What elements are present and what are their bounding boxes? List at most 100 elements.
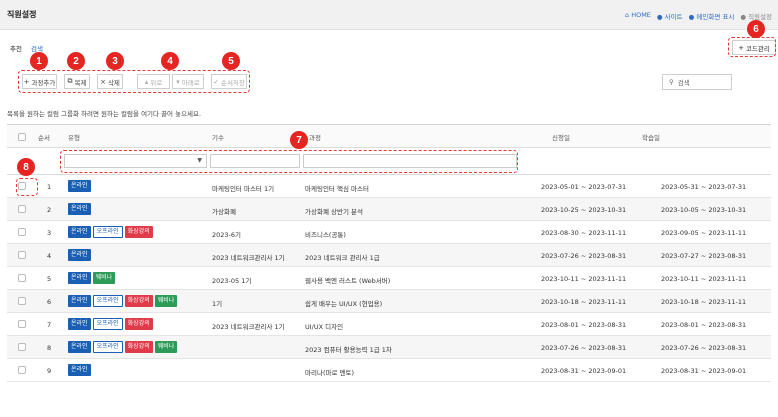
- table-row[interactable]: 8 온라인 오프라인 화상강의 웨비나 2023 컴퓨터 활용능력 1급 1차 2023-0…: [7, 336, 771, 359]
- breadcrumb-home[interactable]: ⌂ HOME: [625, 11, 651, 21]
- type-badge-online: 온라인: [68, 203, 91, 215]
- row-study-date: 2023-08-31 ~ 2023-09-01: [661, 367, 747, 375]
- grid-header: 순서 유형 기수 과정 신청일 학습일: [7, 125, 771, 148]
- type-badges: 온라인: [68, 364, 91, 376]
- tab-recommend[interactable]: 추천: [10, 43, 22, 53]
- marker-6: 6: [747, 20, 765, 38]
- row-checkbox[interactable]: [18, 251, 26, 259]
- row-course: 2023 컴퓨터 활용능력 1급 1차: [305, 346, 392, 354]
- row-term: 2023 네트워크관리사 1기: [212, 323, 285, 331]
- row-checkbox[interactable]: [18, 320, 26, 328]
- row-study-date: 2023-07-27 ~ 2023-08-31: [661, 252, 747, 260]
- type-badge-online: 온라인: [68, 295, 91, 307]
- row-order: 6: [47, 298, 52, 306]
- header-type[interactable]: 유형: [68, 132, 80, 142]
- breadcrumb-site[interactable]: ● 사이트: [657, 11, 683, 21]
- row-checkbox[interactable]: [18, 297, 26, 305]
- row-course: 웹사용 백엔 러스트 (Web서버): [305, 277, 391, 285]
- row-term: 마케팅인터 마스터 1기: [212, 185, 275, 193]
- table-row[interactable]: 4 온라인 2023 네트워크관리사 1기 2023 네트워크 관리사 1급 2023-…: [7, 244, 771, 267]
- row-course: 비즈니스(공통): [305, 231, 346, 239]
- header-apply-date[interactable]: 신청일: [552, 132, 570, 142]
- select-all-checkbox[interactable]: [18, 133, 26, 141]
- breadcrumb: ⌂ HOME ● 사이트 ● 메인화면 표시 ● 직원설정: [625, 11, 772, 21]
- type-badge-webinar: 웨비나: [154, 295, 178, 307]
- marker-2: 2: [67, 52, 85, 70]
- row-apply-date: 2023-07-26 ~ 2023-08-31: [541, 252, 627, 260]
- type-badges: 온라인: [68, 180, 91, 192]
- row-checkbox-highlight-box: [16, 178, 38, 196]
- row-study-date: 2023-09-05 ~ 2023-11-11: [661, 229, 747, 237]
- marker-4: 4: [161, 52, 179, 70]
- row-checkbox[interactable]: [18, 228, 26, 236]
- search-icon: ⚲: [669, 78, 674, 86]
- header-order[interactable]: 순서: [38, 132, 50, 142]
- type-badge-video: 화상강의: [124, 295, 153, 307]
- page-title: 직원설정: [7, 10, 37, 19]
- breadcrumb-site-label: 사이트: [664, 13, 683, 21]
- row-study-date: 2023-08-01 ~ 2023-08-31: [661, 321, 747, 329]
- type-badge-offline: 오프라인: [92, 226, 123, 238]
- header-course[interactable]: 과정: [309, 132, 321, 142]
- grid-rows: 1 온라인 마케팅인터 마스터 1기 마케팅인터 핵심 마스터 2023-05-01 ~…: [7, 175, 771, 382]
- row-course: 가상화폐 상반기 분석: [305, 208, 363, 216]
- type-badge-online: 온라인: [68, 180, 91, 192]
- type-badges: 온라인 오프라인 화상강의 웨비나: [68, 295, 178, 307]
- row-checkbox[interactable]: [18, 205, 26, 213]
- table-row[interactable]: 5 온라인 웨비나 2023-05 1기 웹사용 백엔 러스트 (Web서버) 2023-…: [7, 267, 771, 290]
- breadcrumb-main-display[interactable]: ● 메인화면 표시: [689, 11, 735, 21]
- row-apply-date: 2023-08-31 ~ 2023-09-01: [541, 367, 627, 375]
- row-order: 1: [47, 183, 52, 191]
- type-badge-online: 온라인: [68, 272, 91, 284]
- row-term: 1기: [212, 300, 223, 308]
- row-study-date: 2023-10-11 ~ 2023-11-11: [661, 275, 747, 283]
- row-apply-date: 2023-08-01 ~ 2023-08-31: [541, 321, 627, 329]
- table-row[interactable]: 9 온라인 마리나(마로 멘토) 2023-08-31 ~ 2023-09-01 202…: [7, 359, 771, 382]
- marker-7: 7: [290, 131, 308, 149]
- type-badge-offline: 오프라인: [92, 295, 123, 307]
- type-badge-online: 온라인: [68, 226, 91, 238]
- table-row[interactable]: 6 온라인 오프라인 화상강의 웨비나 1기 쉽게 배우는 UI/UX (현업용) 2023-…: [7, 290, 771, 313]
- row-apply-date: 2023-07-26 ~ 2023-08-31: [541, 344, 627, 352]
- table-row[interactable]: 2 온라인 가상화폐 가상화폐 상반기 분석 2023-10-25 ~ 2023-10-…: [7, 198, 771, 221]
- row-course: 마케팅인터 핵심 마스터: [305, 185, 369, 193]
- row-term: 2023 네트워크관리사 1기: [212, 254, 285, 262]
- row-order: 7: [47, 321, 52, 329]
- type-badge-video: 화상강의: [124, 226, 153, 238]
- row-term: 2023-6기: [212, 231, 242, 239]
- type-badges: 온라인 웨비나: [68, 272, 116, 284]
- breadcrumb-home-label: HOME: [631, 11, 651, 19]
- table-row[interactable]: 7 온라인 오프라인 화상강의 2023 네트워크관리사 1기 UI/UX 디자인 2023…: [7, 313, 771, 336]
- row-checkbox[interactable]: [18, 343, 26, 351]
- type-badge-video: 화상강의: [124, 341, 153, 353]
- search-input[interactable]: ⚲ 검색: [662, 74, 732, 90]
- top-bar: 직원설정 ⌂ HOME ● 사이트 ● 메인화면 표시 ● 직원설정: [0, 0, 778, 30]
- row-order: 3: [47, 229, 52, 237]
- code-manage-highlight-box: [728, 37, 776, 57]
- row-apply-date: 2023-10-25 ~ 2023-10-31: [541, 206, 627, 214]
- row-order: 4: [47, 252, 52, 260]
- filter-highlight-box: [60, 150, 518, 173]
- row-order: 9: [47, 367, 52, 375]
- row-study-date: 2023-10-18 ~ 2023-11-11: [661, 298, 747, 306]
- row-course: UI/UX 디자인: [305, 323, 344, 331]
- type-badge-online: 온라인: [68, 249, 91, 261]
- table-row[interactable]: 3 온라인 오프라인 화상강의 2023-6기 비즈니스(공통) 2023-08-30 ~ …: [7, 221, 771, 244]
- group-drop-hint[interactable]: 목록을 원하는 컬럼 그룹화 하려면 원하는 컬럼을 여기다 끌어 놓으세요.: [7, 108, 201, 118]
- row-course: 쉽게 배우는 UI/UX (현업용): [305, 300, 383, 308]
- row-study-date: 2023-05-31 ~ 2023-07-31: [661, 183, 747, 191]
- row-checkbox[interactable]: [18, 366, 26, 374]
- type-badges: 온라인 오프라인 화상강의: [68, 226, 153, 238]
- type-badges: 온라인 오프라인 화상강의 웨비나: [68, 341, 178, 353]
- table-row[interactable]: 1 온라인 마케팅인터 마스터 1기 마케팅인터 핵심 마스터 2023-05-01 ~…: [7, 175, 771, 198]
- type-badge-online: 온라인: [68, 318, 91, 330]
- header-study-date[interactable]: 학습일: [642, 132, 660, 142]
- row-order: 5: [47, 275, 52, 283]
- row-checkbox[interactable]: [18, 274, 26, 282]
- toolbar-highlight-box: [18, 70, 250, 93]
- row-course: 2023 네트워크 관리사 1급: [305, 254, 380, 262]
- type-badges: 온라인 오프라인 화상강의: [68, 318, 153, 330]
- type-badge-webinar: 웨비나: [92, 272, 116, 284]
- header-term[interactable]: 기수: [212, 132, 224, 142]
- breadcrumb-main-display-label: 메인화면 표시: [696, 13, 735, 21]
